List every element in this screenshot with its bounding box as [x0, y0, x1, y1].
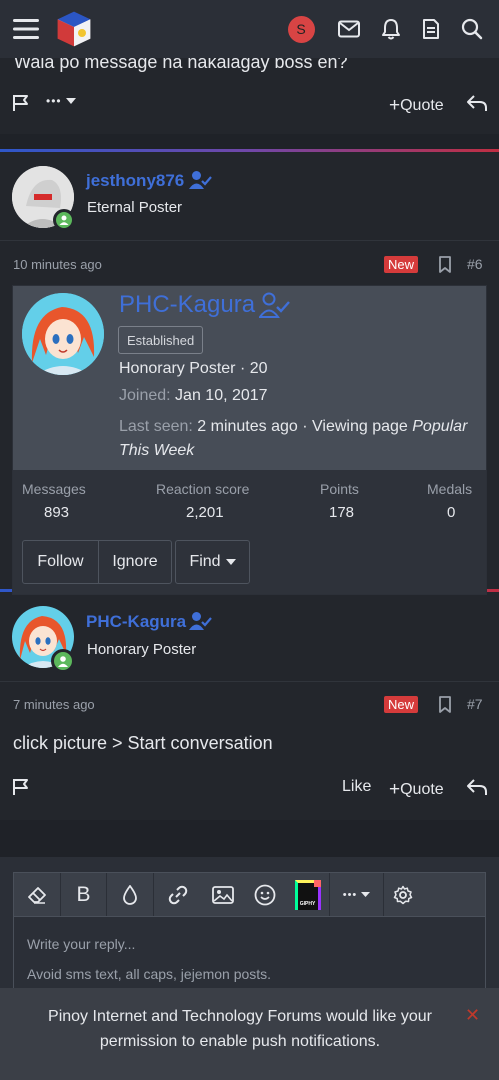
ignore-button[interactable]: Ignore — [98, 540, 172, 584]
stat-points-label: Points — [320, 481, 359, 497]
viewing-page-link-2[interactable]: This Week — [119, 442, 194, 459]
viewing-page-link-1[interactable]: Popular — [412, 418, 467, 435]
quote-button[interactable]: +Quote — [389, 94, 444, 116]
joined-label: Joined: — [119, 387, 171, 404]
follow-button[interactable]: Follow — [22, 540, 99, 584]
stat-points-value[interactable]: 178 — [329, 504, 354, 521]
hamburger-icon[interactable] — [7, 10, 45, 48]
bell-icon[interactable] — [372, 10, 410, 48]
report-flag-icon[interactable] — [12, 94, 30, 112]
gear-icon[interactable] — [384, 873, 421, 916]
phc-kagura-popup-avatar[interactable] — [22, 293, 104, 375]
caret-down-icon — [65, 98, 76, 104]
popup-username[interactable]: PHC-Kagura — [119, 291, 255, 319]
popup-stats-panel: Messages 893 Reaction score 2,201 Points… — [13, 470, 486, 594]
new-badge: New — [384, 256, 419, 273]
link-icon[interactable] — [154, 873, 201, 916]
popup-joined: Joined: Jan 10, 2017 — [119, 387, 268, 405]
find-label: Find — [189, 553, 221, 570]
stat-reaction-label: Reaction score — [156, 481, 250, 497]
popup-user-title: Honorary Poster · 20 — [119, 360, 268, 377]
verified-user-icon — [189, 611, 213, 631]
search-icon[interactable] — [453, 10, 491, 48]
quote-button[interactable]: +Quote — [389, 778, 444, 800]
separator — [0, 240, 499, 241]
post-6-user-title: Eternal Poster — [87, 199, 183, 216]
joined-value: Jan 10, 2017 — [175, 387, 268, 404]
stat-messages-label: Messages — [22, 481, 86, 497]
quote-label: Quote — [400, 97, 444, 114]
more-options-icon[interactable]: ••• — [330, 873, 384, 916]
post-6-time[interactable]: 10 minutes ago — [13, 257, 102, 272]
member-tooltip: PHC-Kagura Established Honorary Poster ·… — [12, 285, 487, 595]
online-status-icon — [51, 649, 75, 673]
giphy-label: GIPHY — [299, 900, 316, 907]
post-6-number[interactable]: #6 — [467, 256, 483, 272]
find-button[interactable]: Find — [175, 540, 250, 584]
avatar-letter: S — [296, 21, 306, 37]
verified-user-icon — [259, 292, 291, 318]
last-seen-label: Last seen: — [119, 418, 193, 435]
eraser-icon[interactable] — [14, 873, 61, 916]
post-7-number[interactable]: #7 — [467, 696, 483, 712]
stat-medals-value[interactable]: 0 — [447, 504, 455, 521]
reply-textarea[interactable]: Write your reply... Avoid sms text, all … — [13, 917, 486, 997]
post-7-username[interactable]: PHC-Kagura — [86, 612, 186, 632]
stat-reaction-value[interactable]: 2,201 — [186, 504, 224, 521]
stat-messages-value[interactable]: 893 — [44, 504, 69, 521]
established-banner: Established — [118, 326, 204, 354]
post-7-user-title: Honorary Poster — [87, 641, 197, 658]
new-badge: New — [384, 696, 419, 713]
caret-down-icon — [225, 559, 236, 565]
verified-user-icon — [189, 170, 213, 190]
report-flag-icon[interactable] — [12, 778, 30, 796]
separator — [0, 681, 499, 682]
reply-placeholder-hint: Avoid sms text, all caps, jejemon posts. — [27, 966, 272, 982]
close-icon[interactable]: ✕ — [465, 1005, 480, 1026]
reply-icon[interactable] — [466, 778, 488, 796]
envelope-icon[interactable] — [330, 10, 368, 48]
giphy-icon[interactable]: GIPHY — [286, 873, 330, 916]
quote-label: Quote — [400, 781, 444, 798]
document-icon[interactable] — [412, 10, 450, 48]
popup-last-seen: Last seen: 2 minutes ago · Viewing page … — [119, 415, 481, 463]
post-7-body: click picture > Start conversation — [13, 733, 273, 753]
phc-logo-icon[interactable] — [53, 8, 95, 50]
bookmark-icon[interactable] — [438, 256, 452, 273]
user-avatar-button[interactable]: S — [282, 10, 320, 48]
reply-placeholder: Write your reply... — [27, 936, 136, 952]
like-button[interactable]: Like — [342, 778, 371, 796]
reply-icon[interactable] — [466, 94, 488, 112]
bookmark-icon[interactable] — [438, 696, 452, 713]
image-icon[interactable] — [201, 873, 244, 916]
editor-toolbar: B GIPHY ••• — [13, 872, 486, 917]
push-notification-message: Pinoy Internet and Technology Forums wou… — [48, 1008, 432, 1050]
push-notification-banner: Pinoy Internet and Technology Forums wou… — [0, 988, 499, 1080]
bold-icon[interactable]: B — [61, 873, 107, 916]
color-drop-icon[interactable] — [107, 873, 154, 916]
last-seen-value: 2 minutes ago · Viewing page — [197, 418, 408, 435]
post-7-time[interactable]: 7 minutes ago — [13, 697, 95, 712]
smiley-icon[interactable] — [244, 873, 286, 916]
online-status-icon — [53, 209, 75, 231]
more-dots: ••• — [46, 94, 62, 108]
top-navigation-bar: S — [0, 0, 499, 58]
stat-medals-label: Medals — [427, 481, 473, 497]
more-options-button[interactable]: ••• — [46, 94, 76, 108]
post-6-username[interactable]: jesthony876 — [86, 171, 184, 191]
